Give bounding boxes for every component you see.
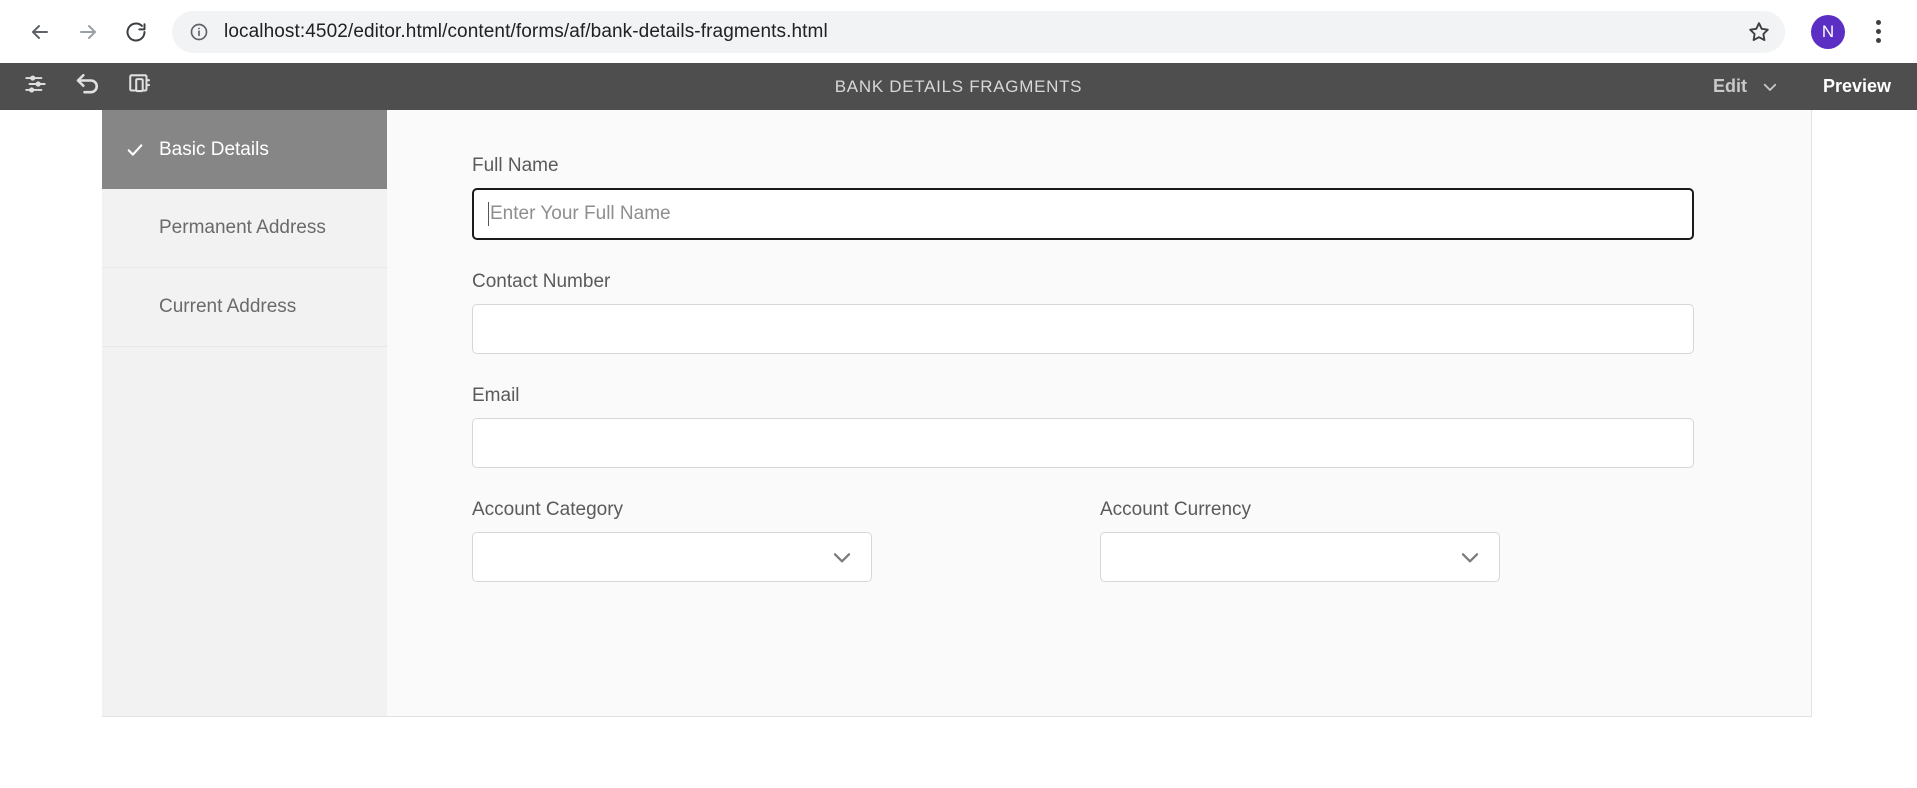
arrow-left-icon [28,20,52,44]
arrow-right-icon [76,20,100,44]
contact-number-input[interactable] [472,304,1694,354]
field-email: Email [472,385,1811,468]
edit-mode-selector[interactable]: Edit [1703,76,1789,97]
field-label: Account Category [472,499,624,520]
field-label: Contact Number [472,271,611,292]
browser-toolbar: localhost:4502/editor.html/content/forms… [0,0,1917,63]
field-label: Full Name [472,155,559,176]
page-properties-button[interactable] [10,63,62,110]
field-contact-number: Contact Number [472,271,1811,354]
undo-button[interactable] [62,63,114,110]
chevron-down-icon [829,544,855,570]
text-caret [488,202,489,226]
full-name-input[interactable]: Enter Your Full Name [472,188,1694,240]
address-bar[interactable]: localhost:4502/editor.html/content/forms… [172,10,1785,53]
form-fields-panel: Full Name Enter Your Full Name Contact N… [387,110,1811,716]
full-name-placeholder: Enter Your Full Name [490,203,671,224]
adaptive-form-container: Basic Details Permanent Address Current … [102,110,1812,717]
page-properties-icon [23,71,49,102]
preview-button[interactable]: Preview [1789,76,1895,97]
kebab-dot [1875,38,1881,43]
forward-button[interactable] [66,10,110,54]
kebab-dot [1875,29,1881,34]
site-info-icon[interactable] [184,17,214,47]
reload-icon [124,20,148,44]
toolbar-actions: Edit Preview [1703,76,1895,97]
sidebar-item-label: Basic Details [159,138,269,160]
field-label: Account Currency [1100,499,1252,520]
field-account-category: Account Category [472,499,986,582]
editor-canvas: Basic Details Permanent Address Current … [0,110,1917,788]
column-spacer [986,499,1100,582]
undo-icon [74,70,102,103]
account-category-select[interactable] [472,532,872,582]
back-button[interactable] [18,10,62,54]
star-icon[interactable] [1739,12,1779,52]
chevron-down-icon [1761,78,1779,96]
sidebar-item-basic-details[interactable]: Basic Details [102,110,387,189]
field-account-currency: Account Currency [1100,499,1614,582]
kebab-dot [1875,20,1881,25]
editor-toolbar: BANK DETAILS FRAGMENTS Edit Preview [0,63,1917,110]
check-icon [125,140,155,160]
reload-button[interactable] [114,10,158,54]
edit-label: Edit [1712,76,1747,96]
account-currency-select[interactable] [1100,532,1500,582]
url-text[interactable]: localhost:4502/editor.html/content/forms… [214,21,828,43]
layer-emulator-icon [127,71,153,102]
form-step-navigation: Basic Details Permanent Address Current … [102,110,387,716]
page-title: BANK DETAILS FRAGMENTS [834,76,1083,96]
account-fields-row: Account Category Account Currency [472,499,1811,582]
emulator-button[interactable] [114,63,166,110]
sidebar-item-label: Permanent Address [159,217,326,238]
sidebar-item-label: Current Address [159,296,297,317]
chevron-down-icon [1457,544,1483,570]
field-full-name: Full Name Enter Your Full Name [472,155,1811,240]
kebab-menu-icon[interactable] [1857,11,1899,53]
avatar[interactable]: N [1811,14,1845,49]
email-input[interactable] [472,418,1694,468]
sidebar-item-current-address[interactable]: Current Address [102,268,387,347]
field-label: Email [472,385,520,406]
sidebar-item-permanent-address[interactable]: Permanent Address [102,189,387,268]
